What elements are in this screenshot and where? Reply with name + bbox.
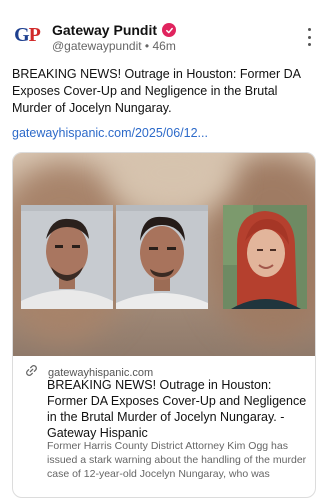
author-row: Gateway Pundit bbox=[52, 22, 177, 38]
card-description: Former Harris County District Attorney K… bbox=[47, 440, 307, 480]
post-link[interactable]: gatewayhispanic.com/2025/06/12... bbox=[12, 126, 208, 140]
link-preview-card[interactable]: gatewayhispanic.com BREAKING NEWS! Outra… bbox=[12, 152, 316, 498]
mugshot-middle bbox=[116, 205, 208, 309]
author-name[interactable]: Gateway Pundit bbox=[52, 22, 157, 38]
post-meta: @gatewaypundit • 46m bbox=[52, 39, 176, 53]
post-header: GP Gateway Pundit @gatewaypundit • 46m bbox=[12, 18, 316, 58]
author-handle: @gatewaypundit bbox=[52, 39, 142, 53]
victim-photo bbox=[223, 205, 307, 309]
post-time: 46m bbox=[152, 39, 176, 53]
card-title[interactable]: BREAKING NEWS! Outrage in Houston: Forme… bbox=[47, 377, 309, 441]
mugshot-left bbox=[21, 205, 113, 309]
card-image[interactable] bbox=[13, 153, 315, 356]
meta-separator: • bbox=[144, 39, 150, 53]
verified-badge-icon bbox=[162, 23, 177, 37]
post-text: BREAKING NEWS! Outrage in Houston: Forme… bbox=[12, 67, 301, 115]
link-icon bbox=[25, 364, 38, 382]
gateway-pundit-logo[interactable]: GP bbox=[12, 20, 42, 50]
more-vertical-icon[interactable] bbox=[306, 28, 312, 46]
